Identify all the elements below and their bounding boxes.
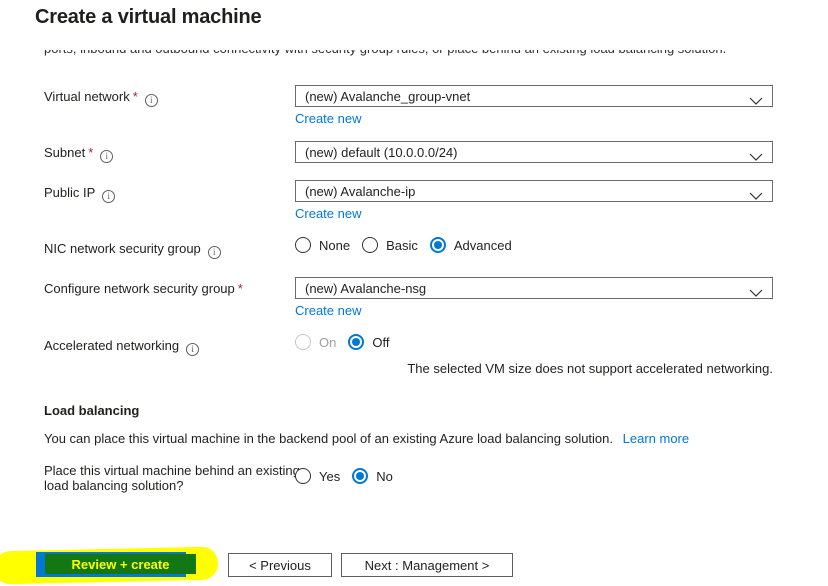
dropdown-value: (new) Avalanche-nsg <box>305 280 427 296</box>
virtual-network-label: Virtual network * i <box>44 89 158 107</box>
radio-icon-selected <box>352 468 369 484</box>
radio-option-on-disabled: On <box>295 334 336 350</box>
required-asterisk: * <box>88 145 94 160</box>
load-balancing-description: You can place this virtual machine in th… <box>44 431 689 446</box>
subnet-dropdown[interactable]: (new) default (10.0.0.0/24) <box>295 141 773 163</box>
radio-label: Off <box>372 334 390 350</box>
radio-icon-selected <box>348 334 365 350</box>
radio-label: No <box>376 468 393 484</box>
load-balancing-radio-group: Yes No <box>295 468 393 484</box>
load-balancing-question: Place this virtual machine behind an exi… <box>44 463 300 493</box>
chevron-down-icon <box>749 149 763 164</box>
chevron-down-icon <box>749 93 763 108</box>
nic-nsg-label: NIC network security group i <box>44 241 221 259</box>
radio-icon <box>362 237 379 253</box>
next-management-button[interactable]: Next : Management > <box>341 553 513 577</box>
load-balancing-heading: Load balancing <box>44 403 140 418</box>
label-text: Configure network security group <box>44 281 235 296</box>
clipped-intro-text: ports, inbound and outbound connectivity… <box>44 50 764 56</box>
previous-button[interactable]: < Previous <box>228 553 332 577</box>
public-ip-dropdown[interactable]: (new) Avalanche-ip <box>295 180 773 202</box>
dropdown-value: (new) Avalanche-ip <box>305 183 416 199</box>
radio-option-no[interactable]: No <box>352 468 393 484</box>
configure-nsg-dropdown[interactable]: (new) Avalanche-nsg <box>295 277 773 299</box>
info-icon[interactable]: i <box>102 190 116 203</box>
dropdown-value: (new) Avalanche_group-vnet <box>305 88 471 104</box>
label-text: Virtual network <box>44 89 130 104</box>
accelerated-networking-radio-group: On Off <box>295 334 389 350</box>
radio-label: Yes <box>319 468 341 484</box>
radio-label: None <box>319 237 351 253</box>
radio-option-yes[interactable]: Yes <box>295 468 340 484</box>
nic-nsg-radio-group: None Basic Advanced <box>295 237 512 253</box>
chevron-down-icon <box>749 188 763 203</box>
accelerated-networking-label: Accelerated networking i <box>44 338 200 356</box>
accelerated-networking-note: The selected VM size does not support ac… <box>407 361 773 376</box>
radio-label: Advanced <box>453 237 512 253</box>
radio-label: On <box>319 334 337 350</box>
virtual-network-dropdown[interactable]: (new) Avalanche_group-vnet <box>295 85 773 107</box>
radio-option-basic[interactable]: Basic <box>362 237 418 253</box>
radio-icon <box>295 468 311 484</box>
configure-nsg-label: Configure network security group * <box>44 281 243 296</box>
review-create-green-annotation[interactable]: Review + create <box>45 554 196 574</box>
radio-option-none[interactable]: None <box>295 237 350 253</box>
radio-option-off[interactable]: Off <box>348 334 389 350</box>
description-text: You can place this virtual machine in th… <box>44 431 614 446</box>
page-title: Create a virtual machine <box>35 6 262 28</box>
chevron-down-icon <box>749 285 763 300</box>
radio-option-advanced[interactable]: Advanced <box>429 237 512 253</box>
info-icon[interactable]: i <box>100 150 114 163</box>
label-text: Public IP <box>44 185 96 200</box>
radio-label: Basic <box>386 237 418 253</box>
public-ip-create-new-link[interactable]: Create new <box>295 206 361 221</box>
radio-icon-disabled <box>295 334 311 350</box>
required-asterisk: * <box>132 89 138 104</box>
configure-nsg-create-new-link[interactable]: Create new <box>295 303 361 318</box>
virtual-network-create-new-link[interactable]: Create new <box>295 111 361 126</box>
radio-icon-selected <box>429 237 446 253</box>
info-icon[interactable]: i <box>186 343 200 356</box>
clipped-intro: ports, inbound and outbound connectivity… <box>44 50 764 61</box>
label-text: Subnet <box>44 145 86 160</box>
public-ip-label: Public IP i <box>44 185 116 203</box>
dropdown-value: (new) default (10.0.0.0/24) <box>305 144 458 160</box>
info-icon[interactable]: i <box>144 94 158 107</box>
required-asterisk: * <box>237 281 243 296</box>
label-text: NIC network security group <box>44 241 201 256</box>
subnet-label: Subnet * i <box>44 145 114 163</box>
label-text: Accelerated networking <box>44 338 180 353</box>
radio-icon <box>295 237 311 253</box>
learn-more-link[interactable]: Learn more <box>623 431 689 446</box>
info-icon[interactable]: i <box>207 246 221 259</box>
